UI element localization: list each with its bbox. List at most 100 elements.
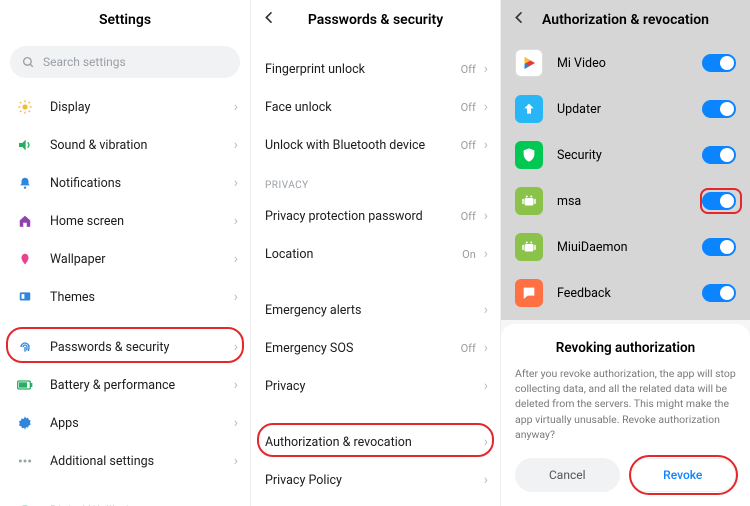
page-title: Settings	[99, 12, 151, 28]
settings-item-display[interactable]: Display ›	[0, 88, 250, 126]
item-label: Authorization & revocation	[265, 435, 484, 450]
back-button[interactable]	[511, 10, 527, 31]
chevron-right-icon: ›	[234, 339, 238, 355]
revoke-button[interactable]: Revoke	[630, 458, 737, 492]
header: Passwords & security	[251, 0, 500, 40]
security-item-emergency-alerts[interactable]: Emergency alerts ›	[251, 291, 500, 329]
authorization-revocation-pane: Authorization & revocation Mi Video Upda…	[500, 0, 750, 506]
play-icon	[515, 49, 543, 77]
item-label: Home screen	[50, 214, 234, 229]
chevron-right-icon: ›	[484, 434, 488, 450]
item-value: Off	[461, 63, 476, 76]
app-row-miuidaemon: MiuiDaemon	[501, 224, 750, 270]
chevron-right-icon: ›	[234, 99, 238, 115]
item-label: Fingerprint unlock	[265, 62, 461, 77]
fingerprint-icon	[14, 336, 36, 358]
security-item-authorization-revocation[interactable]: Authorization & revocation ›	[251, 423, 500, 461]
home-icon	[14, 210, 36, 232]
passwords-security-pane: Passwords & security Fingerprint unlock …	[250, 0, 500, 506]
toggle-switch[interactable]	[702, 146, 736, 164]
item-label: Notifications	[50, 176, 234, 191]
chevron-right-icon: ›	[234, 213, 238, 229]
item-value: Off	[461, 139, 476, 152]
app-row-updater: Updater	[501, 86, 750, 132]
item-label: Sound & vibration	[50, 138, 234, 153]
arrow-up-icon	[515, 95, 543, 123]
app-label: Mi Video	[557, 56, 702, 71]
security-item-privacy-protection-password[interactable]: Privacy protection password Off ›	[251, 197, 500, 235]
settings-item-battery-performance[interactable]: Battery & performance ›	[0, 366, 250, 404]
settings-pane: Settings Search settings Display › Sound…	[0, 0, 250, 506]
search-placeholder: Search settings	[43, 55, 126, 69]
item-label: Display	[50, 100, 234, 115]
android-icon	[515, 187, 543, 215]
chevron-right-icon: ›	[484, 137, 488, 153]
chevron-right-icon: ›	[484, 246, 488, 262]
chevron-right-icon: ›	[234, 453, 238, 469]
chevron-right-icon: ›	[234, 415, 238, 431]
chevron-right-icon: ›	[484, 378, 488, 394]
app-label: Feedback	[557, 286, 702, 301]
android-icon	[515, 233, 543, 261]
item-value: Off	[461, 101, 476, 114]
chevron-right-icon: ›	[484, 208, 488, 224]
security-item-emergency-sos[interactable]: Emergency SOS Off ›	[251, 329, 500, 367]
security-item-privacy-policy[interactable]: Privacy Policy ›	[251, 461, 500, 499]
header: Authorization & revocation	[501, 0, 750, 40]
item-label: Face unlock	[265, 100, 461, 115]
settings-item-digital-wellbeing[interactable]: Digital Wellbeing ›	[0, 492, 250, 506]
security-item-unlock-with-bluetooth-device[interactable]: Unlock with Bluetooth device Off ›	[251, 126, 500, 164]
wallpaper-icon	[14, 248, 36, 270]
item-value: Off	[461, 342, 476, 355]
chevron-right-icon: ›	[484, 99, 488, 115]
toggle-switch[interactable]	[702, 238, 736, 256]
page-title: Authorization & revocation	[542, 12, 709, 28]
item-label: Location	[265, 247, 462, 262]
cancel-button[interactable]: Cancel	[515, 458, 620, 492]
wellbeing-icon	[14, 500, 36, 506]
settings-item-additional-settings[interactable]: Additional settings ›	[0, 442, 250, 480]
toggle-switch[interactable]	[702, 100, 736, 118]
chevron-right-icon: ›	[234, 289, 238, 305]
item-label: Privacy protection password	[265, 209, 461, 224]
settings-item-apps[interactable]: Apps ›	[0, 404, 250, 442]
app-label: MiuiDaemon	[557, 240, 702, 255]
app-row-msa: msa	[501, 178, 750, 224]
chevron-right-icon: ›	[484, 472, 488, 488]
toggle-switch[interactable]	[702, 54, 736, 72]
chevron-right-icon: ›	[484, 61, 488, 77]
back-button[interactable]	[261, 10, 277, 31]
settings-item-passwords-security[interactable]: Passwords & security ›	[0, 328, 250, 366]
settings-item-sound-vibration[interactable]: Sound & vibration ›	[0, 126, 250, 164]
settings-item-home-screen[interactable]: Home screen ›	[0, 202, 250, 240]
item-label: Privacy	[265, 379, 484, 394]
security-item-location[interactable]: Location On ›	[251, 235, 500, 273]
chat-icon	[515, 279, 543, 307]
settings-item-wallpaper[interactable]: Wallpaper ›	[0, 240, 250, 278]
page-title: Passwords & security	[308, 12, 443, 28]
item-label: Wallpaper	[50, 252, 234, 267]
item-label: Apps	[50, 416, 234, 431]
dots-icon	[14, 450, 36, 472]
security-item-privacy[interactable]: Privacy ›	[251, 367, 500, 405]
settings-item-themes[interactable]: Themes ›	[0, 278, 250, 316]
security-item-fingerprint-unlock[interactable]: Fingerprint unlock Off ›	[251, 50, 500, 88]
toggle-switch[interactable]	[702, 192, 736, 210]
chevron-right-icon: ›	[484, 302, 488, 318]
chevron-right-icon: ›	[234, 251, 238, 267]
battery-icon	[14, 374, 36, 396]
settings-item-notifications[interactable]: Notifications ›	[0, 164, 250, 202]
app-row-feedback: Feedback	[501, 270, 750, 316]
security-item-face-unlock[interactable]: Face unlock Off ›	[251, 88, 500, 126]
chevron-right-icon: ›	[484, 340, 488, 356]
toggle-switch[interactable]	[702, 284, 736, 302]
item-value: On	[462, 248, 476, 261]
item-label: Unlock with Bluetooth device	[265, 138, 461, 153]
section-header-privacy: PRIVACY	[251, 164, 500, 197]
item-label: Privacy Policy	[265, 473, 484, 488]
search-input[interactable]: Search settings	[10, 46, 240, 78]
header: Settings	[0, 0, 250, 40]
dialog-title: Revoking authorization	[515, 340, 736, 356]
item-label: Additional settings	[50, 454, 234, 469]
item-label: Passwords & security	[50, 340, 234, 355]
